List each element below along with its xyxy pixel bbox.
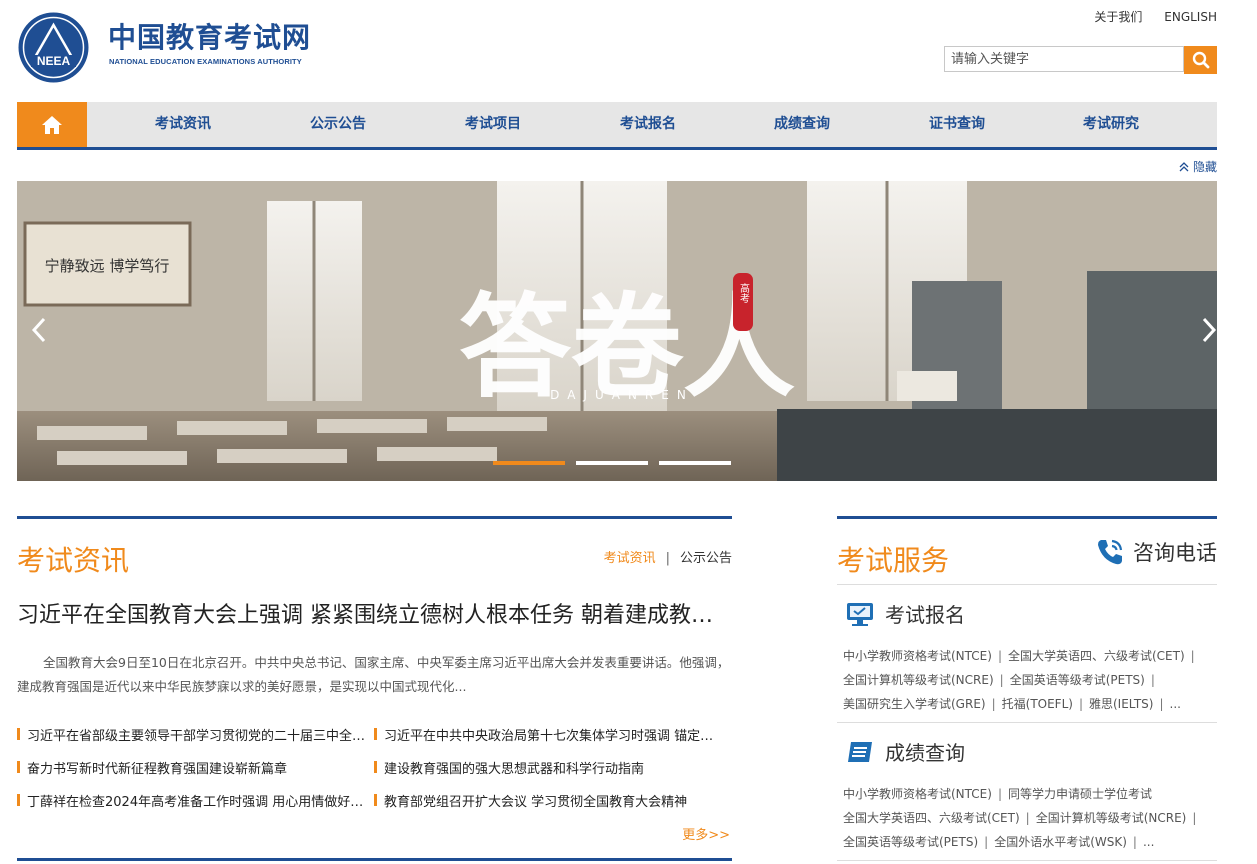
exam-link-gre[interactable]: 美国研究生入学考试(GRE) bbox=[843, 697, 986, 711]
divider bbox=[837, 584, 1217, 585]
score-link-cet[interactable]: 全国大学英语四、六级考试(CET) bbox=[843, 811, 1020, 825]
site-subtitle: NATIONAL EDUCATION EXAMINATIONS AUTHORIT… bbox=[109, 57, 302, 66]
hide-label: 隐藏 bbox=[1192, 160, 1217, 174]
nav-item-score-query[interactable]: 成绩查询 bbox=[774, 102, 830, 147]
main-nav: 考试资讯 公示公告 考试项目 考试报名 成绩查询 证书查询 考试研究 bbox=[17, 102, 1217, 150]
search-icon bbox=[1192, 51, 1209, 69]
exam-link-ncre[interactable]: 全国计算机等级考试(NCRE) bbox=[843, 673, 994, 687]
exam-link-ntce[interactable]: 中小学教师资格考试(NTCE) bbox=[843, 649, 992, 663]
exam-link-toefl[interactable]: 托福(TOEFL) bbox=[1002, 697, 1073, 711]
chevron-right-icon bbox=[1202, 317, 1217, 343]
banner-dot-3[interactable] bbox=[659, 461, 731, 465]
phone-icon bbox=[1098, 539, 1123, 565]
link-separator: | bbox=[1132, 835, 1137, 849]
more-exams-link[interactable]: ... bbox=[1170, 697, 1181, 711]
hero-banner[interactable]: 宁静致远 博学笃行 答卷人 DAJUANREN 高考 bbox=[17, 181, 1217, 481]
score-line-2: 全国大学英语四、六级考试(CET) | 全国计算机等级考试(NCRE) | bbox=[843, 806, 1202, 830]
exam-link-ielts[interactable]: 雅思(IELTS) bbox=[1089, 697, 1153, 711]
registration-line-3: 美国研究生入学考试(GRE) | 托福(TOEFL) | 雅思(IELTS) |... bbox=[843, 692, 1181, 716]
search-button[interactable] bbox=[1184, 46, 1217, 74]
news-list-item[interactable]: 奋力书写新时代新征程教育强国建设崭新篇章 bbox=[17, 758, 367, 777]
exam-link-cet[interactable]: 全国大学英语四、六级考试(CET) bbox=[1008, 649, 1185, 663]
news-headline[interactable]: 习近平在全国教育大会上强调 紧紧围绕立德树人根本任务 朝着建成教育强国战略目标扎… bbox=[17, 597, 732, 629]
nav-home-button[interactable] bbox=[17, 102, 87, 147]
tab-separator: | bbox=[665, 551, 670, 566]
banner-dot-1[interactable] bbox=[493, 461, 565, 465]
nav-item-exam-news[interactable]: 考试资讯 bbox=[155, 102, 211, 147]
site-title[interactable]: 中国教育考试网 bbox=[108, 22, 311, 54]
english-link[interactable]: ENGLISH bbox=[1164, 10, 1217, 24]
news-tabs: 考试资讯 | 公示公告 bbox=[604, 547, 732, 566]
score-link-ntce[interactable]: 中小学教师资格考试(NTCE) bbox=[843, 787, 992, 801]
link-separator: | bbox=[1192, 811, 1197, 825]
tab-exam-news[interactable]: 考试资讯 bbox=[604, 551, 656, 566]
nav-item-exam-research[interactable]: 考试研究 bbox=[1083, 102, 1139, 147]
divider bbox=[837, 722, 1217, 723]
score-line-1: 中小学教师资格考试(NTCE) | 同等学力申请硕士学位考试 bbox=[843, 782, 1152, 806]
consult-label: 咨询电话 bbox=[1133, 541, 1217, 565]
link-separator: | bbox=[1078, 697, 1083, 711]
nav-item-certificate-query[interactable]: 证书查询 bbox=[929, 102, 985, 147]
link-separator: | bbox=[984, 835, 989, 849]
banner-prev-button[interactable] bbox=[17, 300, 77, 360]
link-separator: | bbox=[1159, 697, 1164, 711]
search-input[interactable] bbox=[944, 46, 1184, 72]
score-link-master-degree[interactable]: 同等学力申请硕士学位考试 bbox=[1008, 787, 1152, 801]
news-list-item[interactable]: 习近平在省部级主要领导干部学习贯彻党的二十届三中全会精神专题研讨班开班式上发表重… bbox=[17, 725, 367, 744]
document-list-icon bbox=[848, 741, 872, 762]
chevron-up-icon bbox=[1179, 161, 1189, 171]
score-service-label: 成绩查询 bbox=[885, 741, 965, 765]
registration-line-1: 中小学教师资格考试(NTCE) | 全国大学英语四、六级考试(CET) | bbox=[843, 644, 1201, 668]
link-separator: | bbox=[997, 787, 1002, 801]
exam-service-heading: 考试服务 bbox=[837, 544, 950, 577]
top-links: 关于我们 ENGLISH bbox=[1076, 8, 1217, 25]
link-separator: | bbox=[997, 649, 1002, 663]
hide-banner-link[interactable]: 隐藏 bbox=[1179, 158, 1217, 175]
banner-title-pinyin: DAJUANREN bbox=[550, 388, 694, 402]
home-icon bbox=[42, 115, 62, 134]
monitor-icon bbox=[847, 602, 873, 626]
registration-line-2: 全国计算机等级考试(NCRE) | 全国英语等级考试(PETS) | bbox=[843, 668, 1161, 692]
score-link-pets[interactable]: 全国英语等级考试(PETS) bbox=[843, 835, 978, 849]
news-bottom-rule bbox=[17, 858, 732, 861]
link-separator: | bbox=[1150, 673, 1155, 687]
link-separator: | bbox=[991, 697, 996, 711]
news-list-item[interactable]: 教育部党组召开扩大会议 学习贯彻全国教育大会精神 bbox=[374, 791, 724, 810]
news-summary: 全国教育大会9日至10日在北京召开。中共中央总书记、国家主席、中央军委主席习近平… bbox=[17, 655, 730, 694]
score-link-wsk[interactable]: 全国外语水平考试(WSK) bbox=[994, 835, 1127, 849]
score-line-3: 全国英语等级考试(PETS) | 全国外语水平考试(WSK) |... bbox=[843, 830, 1154, 854]
nav-item-registration[interactable]: 考试报名 bbox=[620, 102, 676, 147]
link-separator: | bbox=[1190, 649, 1195, 663]
exam-news-section: 考试资讯 考试资讯 | 公示公告 习近平在全国教育大会上强调 紧紧围绕立德树人根本任… bbox=[17, 516, 732, 864]
chevron-left-icon bbox=[31, 317, 46, 343]
more-news-link[interactable]: 更多>> bbox=[682, 824, 730, 843]
calligraphy-text: 宁静致远 博学笃行 bbox=[45, 257, 170, 275]
more-scores-link[interactable]: ... bbox=[1143, 835, 1154, 849]
nav-item-exam-projects[interactable]: 考试项目 bbox=[465, 102, 521, 147]
link-separator: | bbox=[999, 673, 1004, 687]
about-us-link[interactable]: 关于我们 bbox=[1094, 10, 1142, 24]
news-list-item[interactable]: 习近平在中共中央政治局第十七次集体学习时强调 锚定建成教育强国战略目标 bbox=[374, 725, 724, 744]
nav-item-announcements[interactable]: 公示公告 bbox=[310, 102, 366, 147]
score-link-ncre[interactable]: 全国计算机等级考试(NCRE) bbox=[1036, 811, 1187, 825]
exam-service-section: 考试服务 咨询电话 考试报名 中小学教师资格考试(NTCE) | 全国大学英语四、六… bbox=[837, 516, 1217, 864]
consult-phone-link[interactable]: 咨询电话 bbox=[1095, 537, 1217, 567]
banner-next-button[interactable] bbox=[1171, 300, 1231, 360]
registration-service-title[interactable]: 考试报名 bbox=[845, 599, 965, 628]
classroom-scene-image: 宁静致远 博学笃行 答卷人 DAJUANREN 高考 bbox=[17, 181, 1217, 481]
emblem-text: NEEA bbox=[37, 54, 71, 68]
score-service-title[interactable]: 成绩查询 bbox=[845, 737, 965, 766]
exam-link-pets[interactable]: 全国英语等级考试(PETS) bbox=[1010, 673, 1145, 687]
site-emblem-logo[interactable]: NEEA bbox=[17, 11, 90, 84]
divider bbox=[837, 860, 1217, 861]
news-list-item[interactable]: 建设教育强国的强大思想武器和科学行动指南 bbox=[374, 758, 724, 777]
tab-announcements[interactable]: 公示公告 bbox=[680, 551, 732, 566]
registration-service-label: 考试报名 bbox=[885, 603, 965, 627]
news-list-item[interactable]: 丁薛祥在检查2024年高考准备工作时强调 用心用情做好高考工作 bbox=[17, 791, 367, 810]
exam-news-heading: 考试资讯 bbox=[17, 544, 130, 577]
link-separator: | bbox=[1025, 811, 1030, 825]
banner-seal: 高考 bbox=[738, 282, 750, 304]
banner-dot-2[interactable] bbox=[576, 461, 648, 465]
